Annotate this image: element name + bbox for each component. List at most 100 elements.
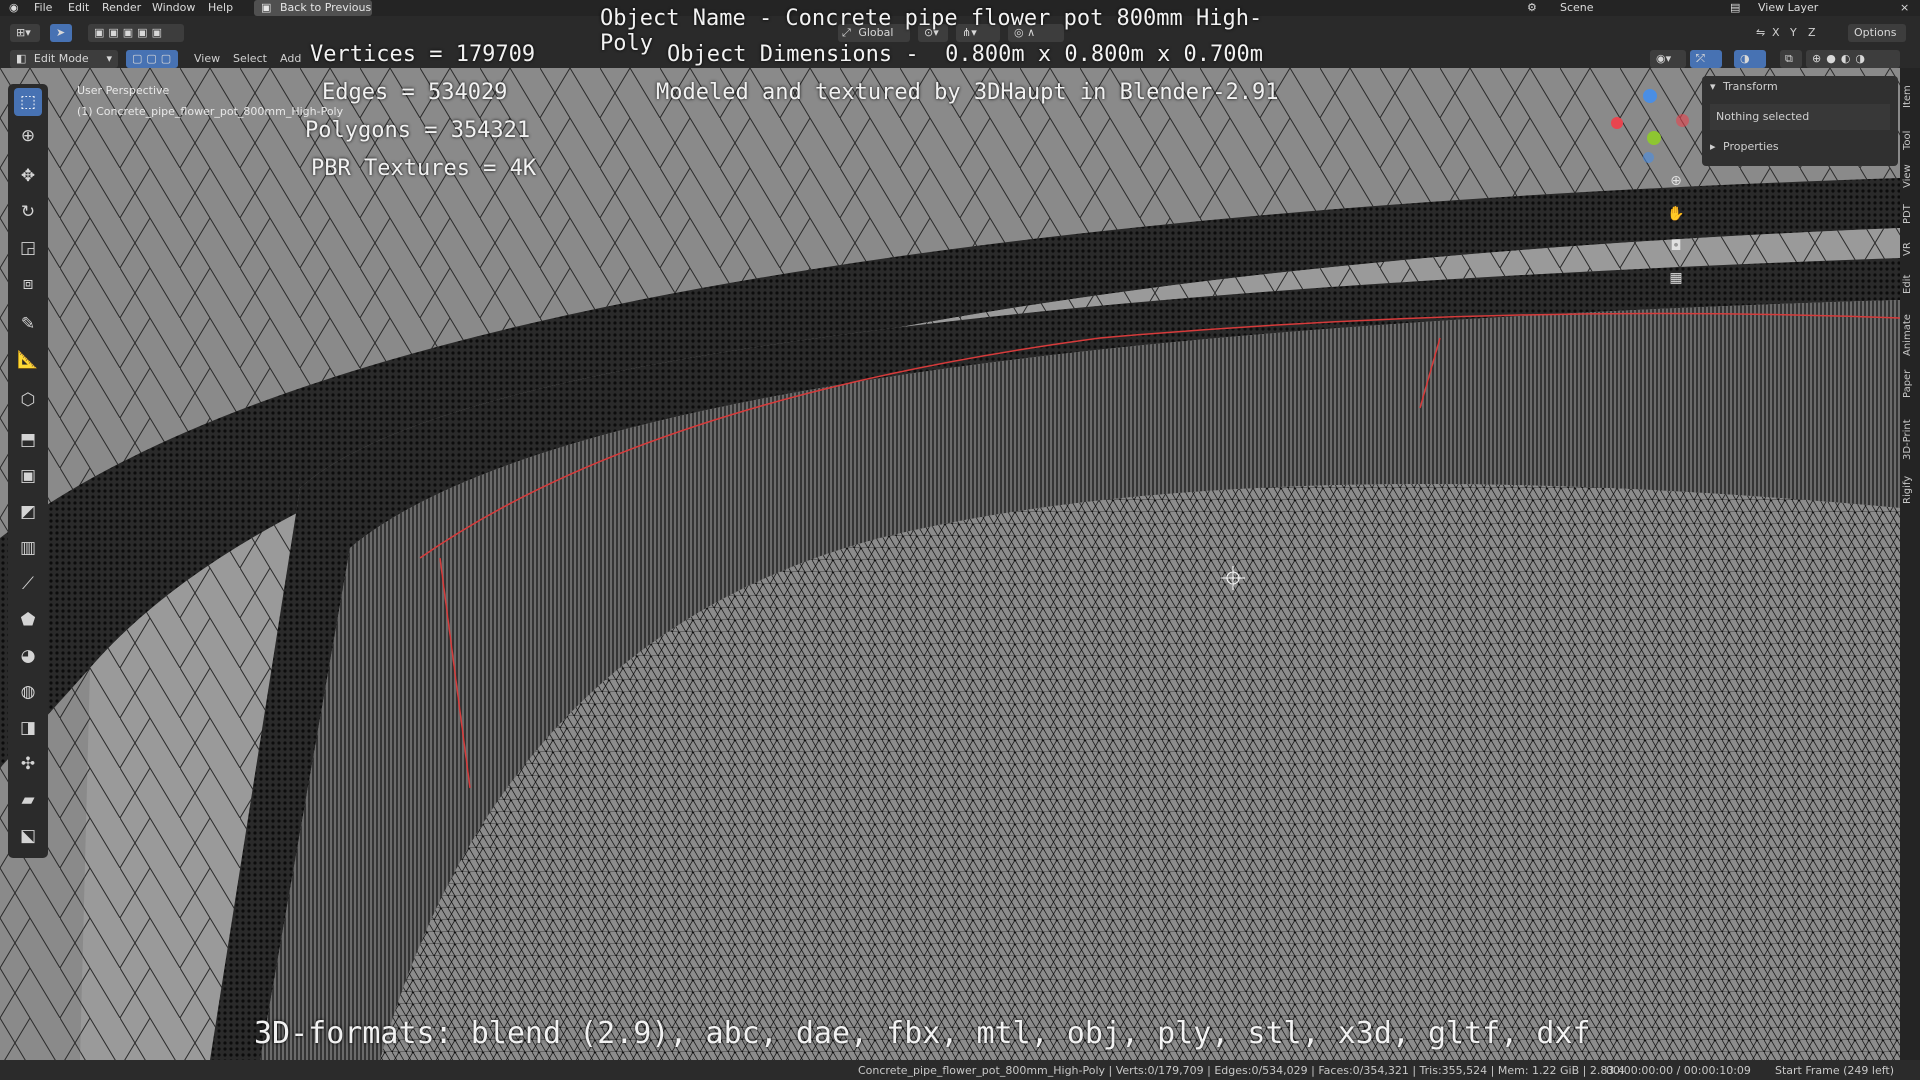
options-dropdown[interactable]: Options (1848, 24, 1906, 42)
tab-animate[interactable]: Animate (1902, 314, 1913, 356)
rotate-tool-icon[interactable]: ↻ (14, 198, 42, 226)
close-icon[interactable]: × (1900, 1, 1909, 14)
edges-count: Edges = 534029 (322, 80, 508, 105)
menu-select[interactable]: Select (233, 52, 267, 65)
view-layer-icon[interactable]: ▤ (1730, 1, 1740, 14)
edge-slide-tool-icon[interactable]: ◨ (14, 714, 42, 742)
menu-help[interactable]: Help (208, 1, 233, 14)
3d-viewport[interactable]: ⊕ ✋ ◘ ▦ User Perspective (1) Concrete_pi… (0, 68, 1900, 1060)
gizmo-z-axis-icon[interactable] (1643, 89, 1657, 103)
measure-tool-icon[interactable]: 📐 (14, 346, 42, 374)
mesh-render (0, 68, 1900, 1060)
knife-tool-icon[interactable]: ⟋ (14, 570, 42, 598)
menu-render[interactable]: Render (102, 1, 141, 14)
object-dimensions-caption: Object Dimensions - 0.800m x 0.800m x 0.… (667, 42, 1264, 67)
menu-window[interactable]: Window (152, 1, 195, 14)
shading-mode-buttons[interactable]: ⊕●◐◑ (1806, 50, 1900, 68)
xray-toggle[interactable]: ⧉ (1780, 50, 1802, 68)
view-layer-name[interactable]: View Layer (1758, 1, 1818, 14)
tab-rigify[interactable]: Rigify (1902, 476, 1913, 504)
nothing-selected-box: Nothing selected (1710, 104, 1890, 130)
sidebar-panel: ▾ Transform Nothing selected ▸ Propertie… (1702, 76, 1898, 166)
pan-hand-icon[interactable]: ✋ (1664, 202, 1688, 226)
properties-panel-header[interactable]: ▸ Properties (1710, 140, 1779, 153)
tab-pdt[interactable]: PDT (1902, 204, 1913, 224)
scale-tool-icon[interactable]: ◲ (14, 234, 42, 262)
start-frame: Start Frame (249 left) (1775, 1064, 1895, 1077)
selection-mode-buttons[interactable]: ▣▣▣▣▣ (88, 24, 184, 42)
vertices-count: Vertices = 179709 (310, 42, 536, 67)
annotate-tool-icon[interactable]: ✎ (14, 310, 42, 338)
mode-label: Edit Mode (33, 52, 89, 65)
inset-tool-icon[interactable]: ▣ (14, 462, 42, 490)
status-bar: Concrete_pipe_flower_pot_800mm_High-Poly… (0, 1060, 1920, 1080)
axis-y-toggle[interactable]: Y (1790, 26, 1797, 39)
visibility-select[interactable]: ◉▾ (1650, 50, 1686, 68)
tab-vr[interactable]: VR (1902, 242, 1913, 256)
rip-tool-icon[interactable]: ⬕ (14, 822, 42, 850)
gizmo-neg-x-axis-icon[interactable] (1611, 117, 1623, 129)
edit-mode-icon: ◧ (16, 52, 27, 65)
spin-tool-icon[interactable]: ◕ (14, 642, 42, 670)
gizmo-toggle[interactable]: ⤱ (1690, 50, 1722, 68)
mirror-icon[interactable]: ⇋ (1756, 26, 1765, 39)
vertex-edge-face-toggle[interactable]: ▢▢▢ (126, 50, 178, 68)
blender-logo-icon[interactable]: ◉ (9, 1, 19, 14)
active-object-label: (1) Concrete_pipe_flower_pot_800mm_High-… (77, 105, 344, 118)
editor-type-button[interactable]: ⊞▾ (10, 24, 40, 42)
gizmo-x-axis-icon[interactable] (1676, 114, 1689, 127)
credit-caption: Modeled and textured by 3DHaupt in Blend… (656, 80, 1279, 105)
overlays-toggle[interactable]: ◑ (1734, 50, 1766, 68)
axis-x-toggle[interactable]: X (1772, 26, 1780, 39)
bevel-tool-icon[interactable]: ◩ (14, 498, 42, 526)
timecode: 00:00:00:00 / 00:00:10:09 (1606, 1064, 1751, 1077)
axis-z-toggle[interactable]: Z (1808, 26, 1816, 39)
tab-tool[interactable]: Tool (1902, 131, 1913, 150)
scene-icon[interactable]: ⚙ (1527, 1, 1537, 14)
back-to-previous-button[interactable]: ▣ Back to Previous (254, 0, 372, 16)
selection-mode-icons: ▣▣▣▣▣ (94, 26, 166, 39)
menu-file[interactable]: File (34, 1, 52, 14)
mode-select[interactable]: ◧ Edit Mode ▾ (10, 50, 118, 68)
shrink-fatten-tool-icon[interactable]: ✣ (14, 750, 42, 778)
menu-view[interactable]: View (194, 52, 220, 65)
chevron-down-icon: ▾ (1710, 80, 1716, 93)
smooth-tool-icon[interactable]: ◍ (14, 678, 42, 706)
textures-info: PBR Textures = 4K (311, 156, 537, 181)
tab-paper[interactable]: Paper (1902, 370, 1913, 398)
select-box-tool-icon[interactable]: ⬚ (14, 88, 42, 116)
tab-3d-print[interactable]: 3D-Print (1902, 419, 1913, 460)
editor-type-icon: ⊞▾ (16, 26, 31, 39)
tab-view[interactable]: View (1902, 164, 1913, 188)
camera-icon[interactable]: ◘ (1664, 234, 1688, 258)
add-cube-tool-icon[interactable]: ⬡ (14, 386, 42, 414)
scene-statistics: Concrete_pipe_flower_pot_800mm_High-Poly… (858, 1064, 1625, 1077)
cursor-tool-icon[interactable]: ⊕ (14, 122, 42, 150)
menu-edit[interactable]: Edit (68, 1, 89, 14)
tool-shelf: ⬚ ⊕ ✥ ↻ ◲ ⧈ ✎ 📐 ⬡ ⬒ ▣ ◩ ▥ ⟋ ⬟ ◕ ◍ ◨ ✣ ▰ … (8, 84, 48, 858)
perspective-label: User Perspective (77, 84, 170, 97)
formats-caption: 3D-formats: blend (2.9), abc, dae, fbx, … (254, 1016, 1591, 1051)
cursor-arrow-icon: ➤ (56, 26, 66, 39)
select-mode-icons: ▢▢▢ (132, 52, 176, 65)
grid-icon[interactable]: ▦ (1664, 266, 1688, 290)
shear-tool-icon[interactable]: ▰ (14, 786, 42, 814)
move-tool-icon[interactable]: ✥ (14, 162, 42, 190)
tab-item[interactable]: Item (1902, 85, 1913, 108)
tab-edit[interactable]: Edit (1902, 275, 1913, 294)
gizmo-neg-z-axis-icon[interactable] (1643, 152, 1654, 163)
nothing-selected-label: Nothing selected (1716, 110, 1810, 123)
scene-name[interactable]: Scene (1560, 1, 1594, 14)
zoom-icon[interactable]: ⊕ (1664, 169, 1688, 193)
menu-add[interactable]: Add (280, 52, 301, 65)
sidebar-tabs: Item Tool View PDT VR Edit Animate Paper… (1900, 68, 1920, 1060)
select-box-button[interactable]: ➤ (50, 24, 72, 42)
transform-panel-header[interactable]: ▾ Transform (1710, 80, 1778, 93)
gizmo-y-axis-icon[interactable] (1647, 131, 1661, 145)
transform-tool-icon[interactable]: ⧈ (14, 270, 42, 298)
extrude-tool-icon[interactable]: ⬒ (14, 426, 42, 454)
polygons-count: Polygons = 354321 (305, 118, 531, 143)
poly-build-tool-icon[interactable]: ⬟ (14, 606, 42, 634)
eye-icon: ◉▾ (1656, 52, 1672, 65)
loop-cut-tool-icon[interactable]: ▥ (14, 534, 42, 562)
